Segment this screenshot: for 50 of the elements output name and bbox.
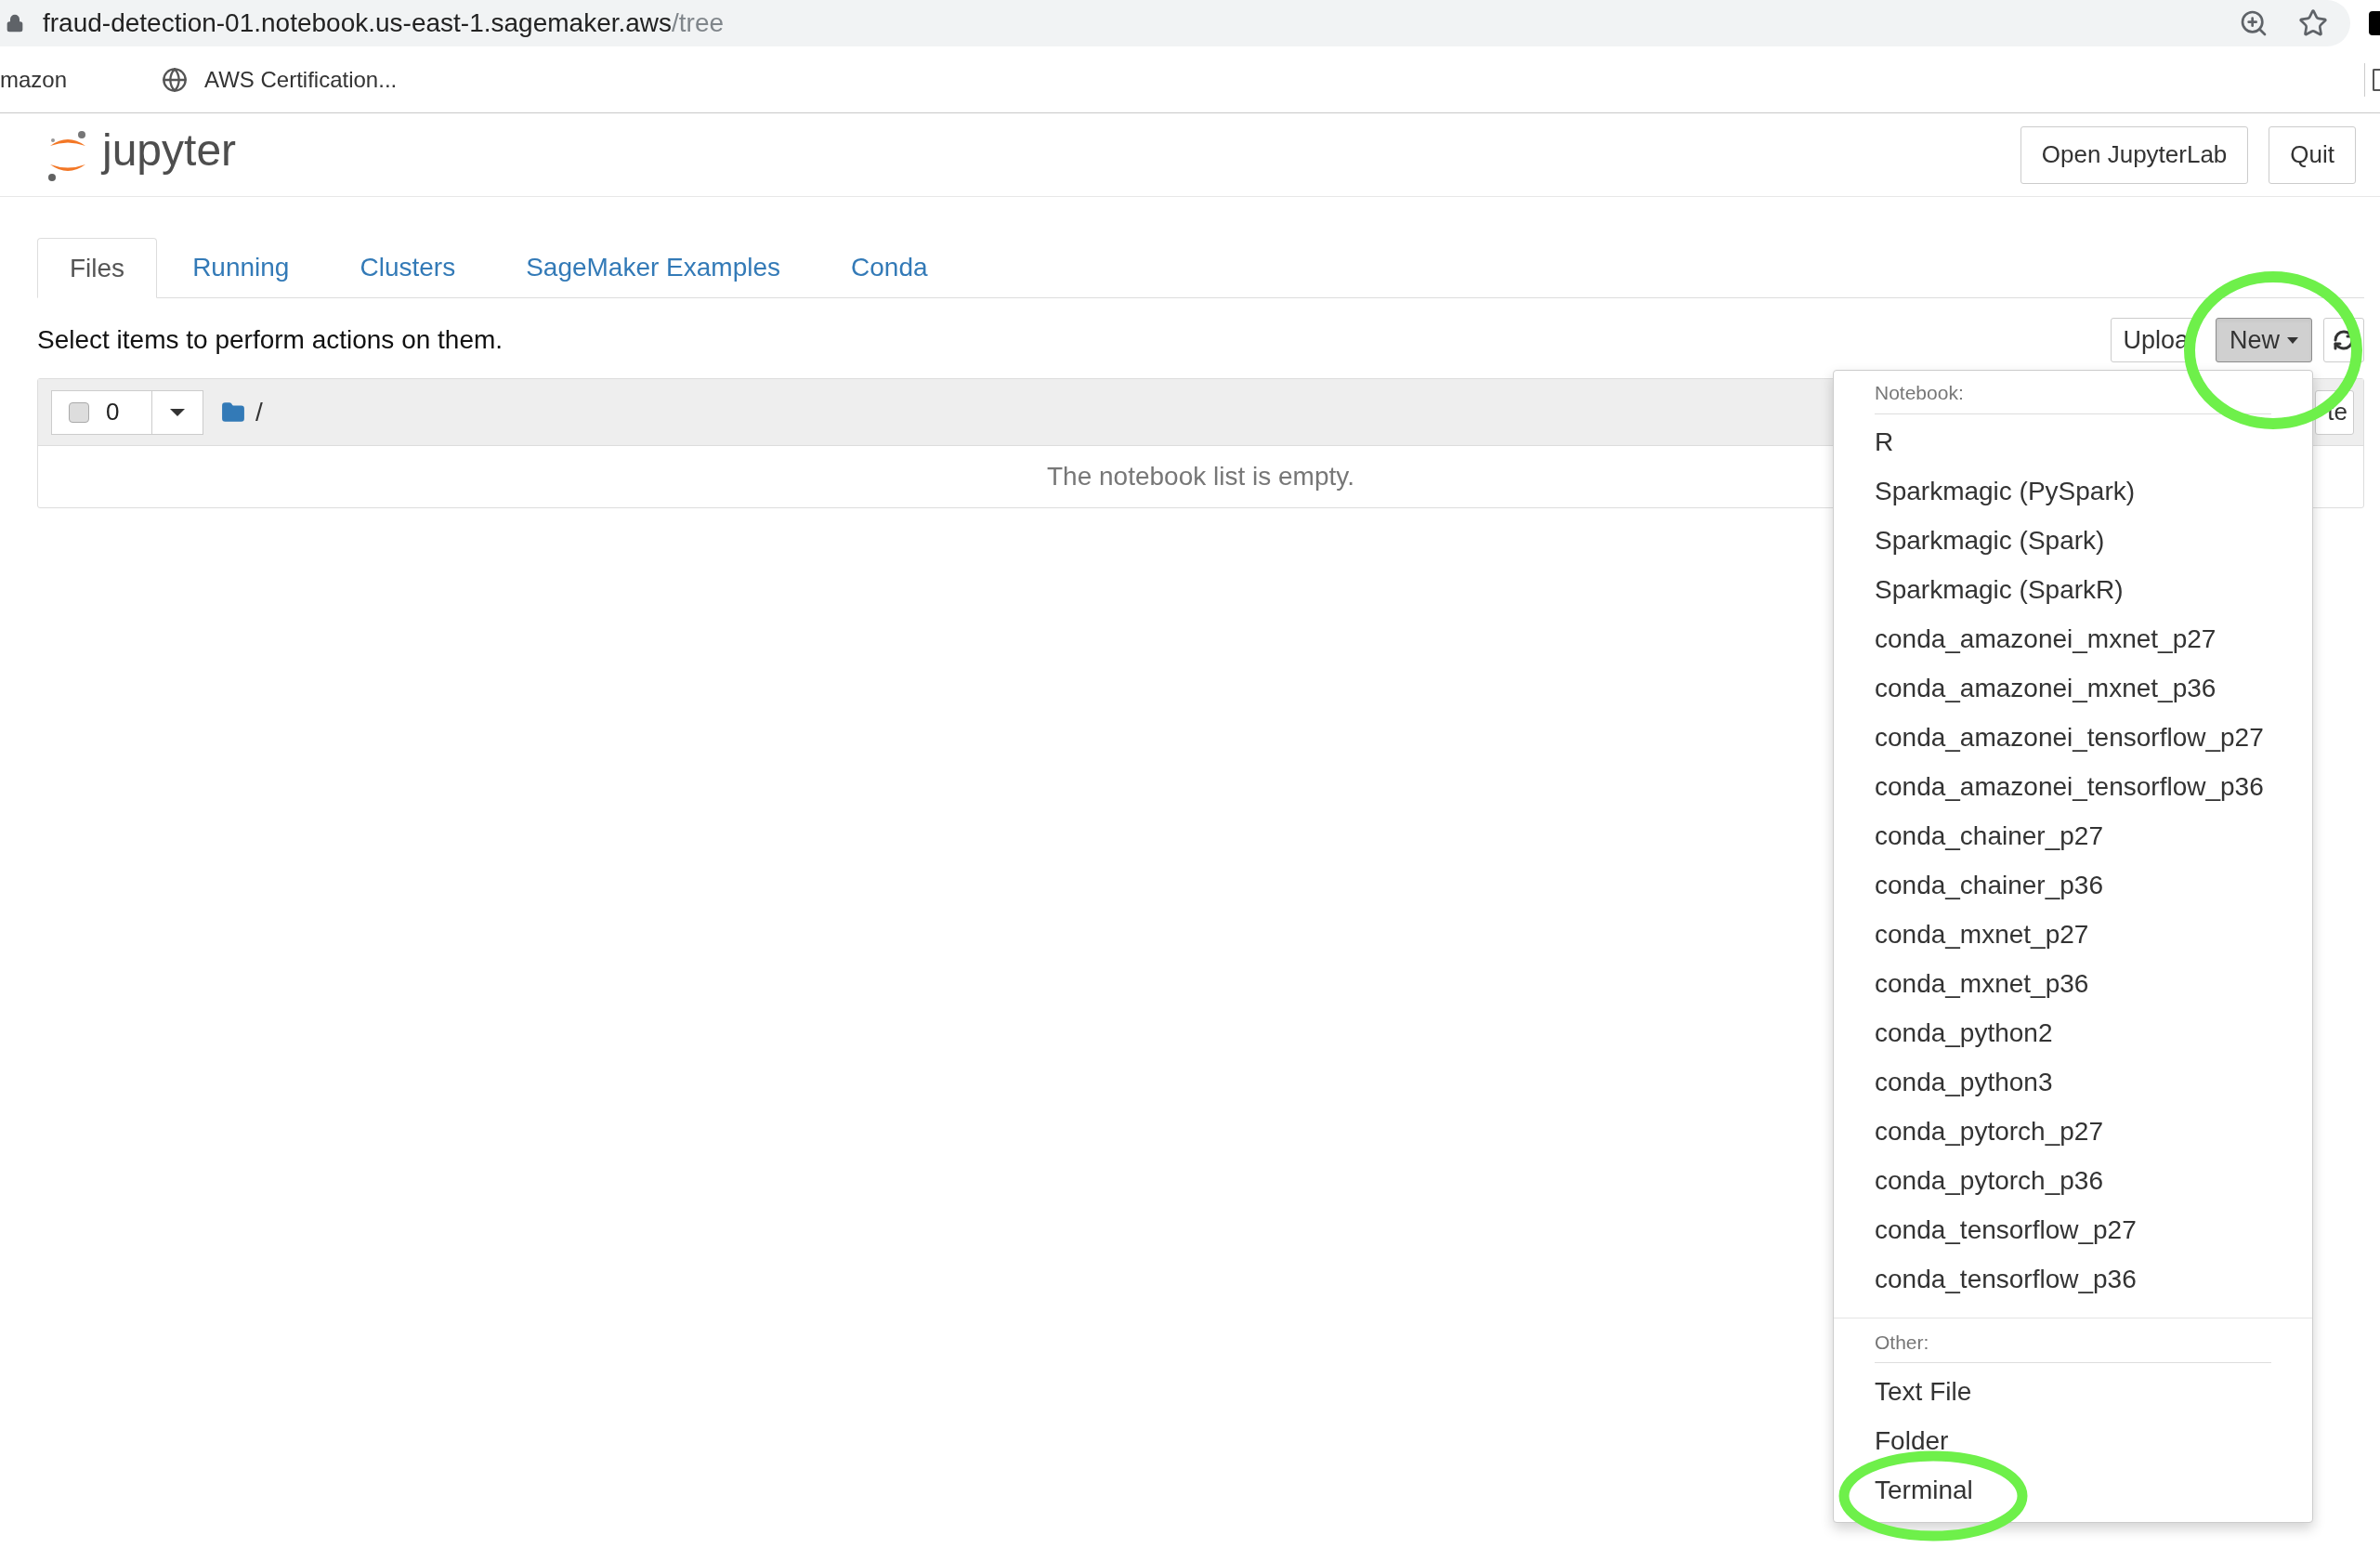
path-link[interactable]: /: [255, 392, 263, 432]
menu-item[interactable]: conda_python3: [1834, 1057, 2312, 1108]
menu-item[interactable]: conda_tensorflow_p36: [1834, 1254, 2312, 1305]
empty-message: The notebook list is empty.: [1047, 461, 1354, 492]
menu-item[interactable]: conda_amazonei_tensorflow_p36: [1834, 762, 2312, 812]
menu-item[interactable]: Sparkmagic (SparkR): [1834, 565, 2312, 615]
menu-item[interactable]: Sparkmagic (Spark): [1834, 516, 2312, 566]
menu-item[interactable]: conda_tensorflow_p27: [1834, 1205, 2312, 1255]
menu-item[interactable]: R: [1834, 417, 2312, 467]
url-text: fraud-detection-01.notebook.us-east-1.sagemaker.aws/tree: [43, 7, 725, 39]
menu-header: Notebook:: [1875, 382, 1964, 403]
folder-icon[interactable]: [220, 400, 246, 425]
tab[interactable]: Files: [37, 238, 158, 298]
menu-item[interactable]: conda_pytorch_p36: [1834, 1156, 2312, 1206]
globe-icon: [162, 66, 189, 93]
menu-item[interactable]: conda_chainer_p36: [1834, 860, 2312, 911]
menu-item[interactable]: Sparkmagic (PySpark): [1834, 466, 2312, 517]
menu-item[interactable]: conda_pytorch_p27: [1834, 1107, 2312, 1157]
star-icon[interactable]: [2298, 8, 2328, 38]
menu-item[interactable]: conda_mxnet_p27: [1834, 910, 2312, 960]
select-all-control[interactable]: 0: [51, 389, 203, 435]
header-button[interactable]: Open JupyterLab: [2020, 125, 2249, 184]
menu-item[interactable]: conda_amazonei_tensorflow_p27: [1834, 713, 2312, 763]
address-bar[interactable]: fraud-detection-01.notebook.us-east-1.sagemaker.aws/tree: [0, 0, 2350, 46]
tab[interactable]: SageMaker Examples: [490, 238, 817, 297]
menu-item[interactable]: conda_python2: [1834, 1008, 2312, 1058]
toolbar-button[interactable]: New: [2216, 318, 2312, 362]
checkbox[interactable]: [69, 401, 89, 423]
menu-header: Other:: [1875, 1331, 1929, 1353]
zoom-icon[interactable]: [2239, 8, 2269, 38]
bookmark[interactable]: mazon: [0, 62, 68, 97]
menu-item[interactable]: conda_mxnet_p36: [1834, 959, 2312, 1009]
menu-item[interactable]: Folder: [1834, 1416, 2312, 1465]
tab[interactable]: Conda: [816, 238, 963, 297]
menu-item[interactable]: conda_amazonei_mxnet_p27: [1834, 614, 2312, 664]
bookmark[interactable]: AWS Certification...: [100, 62, 398, 97]
logo-text: jupyter: [102, 127, 237, 173]
lock-icon: [6, 13, 24, 33]
menu-item[interactable]: conda_chainer_p27: [1834, 811, 2312, 861]
menu-item[interactable]: Text File: [1834, 1367, 2312, 1416]
caret-icon: [2287, 336, 2298, 344]
menu-item[interactable]: Terminal: [1834, 1465, 2312, 1515]
instruction-text: Select items to perform actions on them.: [37, 324, 503, 356]
header-button[interactable]: Quit: [2269, 125, 2356, 184]
menu-item[interactable]: conda_amazonei_mxnet_p36: [1834, 663, 2312, 714]
tab[interactable]: Running: [157, 238, 325, 297]
selected-count: 0: [106, 397, 120, 427]
tab[interactable]: Clusters: [324, 238, 491, 297]
caret-icon[interactable]: [170, 408, 185, 416]
folder-icon[interactable]: [2373, 68, 2380, 91]
